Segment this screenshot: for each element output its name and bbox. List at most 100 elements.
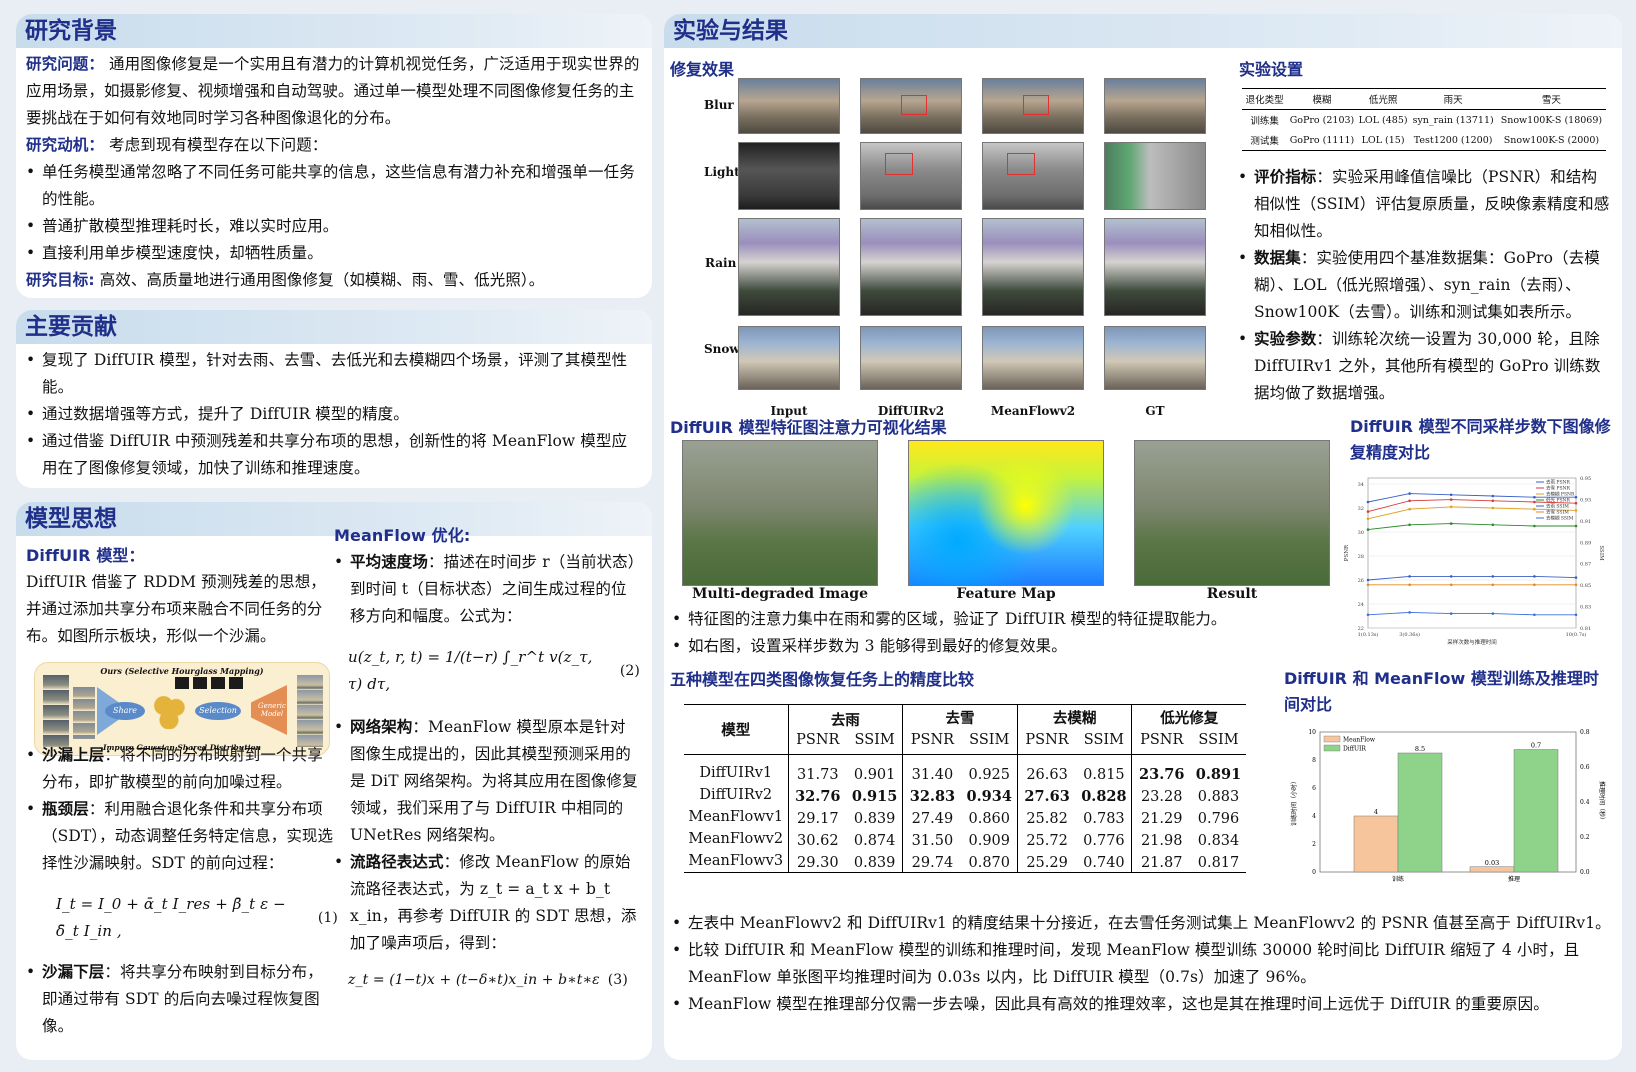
group-header: 低光修复 — [1160, 711, 1219, 727]
panel-results: 实验与结果 修复效果 Blur Light Rain Snow Input Di… — [664, 14, 1622, 1060]
bottleneck-item: 瓶颈层：利用融合退化条件和共享分布项（SDT），动态调整任务特定信息，实现选择性… — [26, 796, 338, 877]
light-meanflowv2-image — [982, 142, 1084, 210]
blur-meanflowv2-image — [982, 78, 1084, 134]
value-cell: 25.29 — [1026, 854, 1068, 871]
setup-cell: GoPro (1111) — [1289, 134, 1355, 146]
rain-gt-image — [1104, 218, 1206, 316]
group-header: 去雪 — [902, 704, 1018, 730]
data-point — [1574, 613, 1578, 617]
panel-title: 实验与结果 — [664, 14, 1622, 48]
data-point — [1366, 583, 1370, 587]
snow-gt-image — [1104, 326, 1206, 390]
diagram-thumbs-left2 — [73, 687, 95, 739]
legend-label: 去雨 SSIM — [1546, 503, 1569, 510]
diagram-noise-squares — [175, 677, 245, 689]
x-tick-label: 推理 — [1508, 875, 1520, 883]
flow-path-item: 流路径表达式：修改 MeanFlow 的原始流路径表达式，为 z_t = a_t… — [334, 849, 640, 957]
legend-label: 去模糊 SSIM — [1546, 515, 1574, 522]
value-cell: 0.934 — [961, 784, 1018, 806]
group-header: 去雨 — [788, 704, 904, 730]
mean-velocity-item: 平均速度场：描述在时间步 r（当前状态）到时间 t（目标状态）之间生成过程的位移… — [334, 549, 640, 630]
y-tick-label: 0 — [1312, 869, 1316, 876]
restore-head: 修复效果 — [670, 60, 735, 79]
value-cell: 0.839 — [847, 806, 904, 828]
value-cell: 0.883 — [1197, 788, 1240, 805]
data-point — [1449, 493, 1453, 497]
series-line — [1367, 506, 1577, 520]
sampling-steps-chart: 222426283032340.810.830.850.870.890.910.… — [1344, 476, 1604, 646]
metric-header: SSIM — [847, 730, 904, 755]
bar-value-label: 4 — [1374, 808, 1378, 816]
value-cell: 27.49 — [911, 810, 954, 827]
data-point — [1366, 613, 1370, 617]
metric-head: 评价指标 — [1254, 168, 1317, 186]
bar — [1353, 815, 1399, 873]
data-point — [1408, 507, 1411, 511]
contribution-list: 复现了 DiffUIR 模型，针对去雨、去雪、去低光和去模糊四个场景，评测了其模… — [16, 344, 652, 482]
y2-tick-label: 0.91 — [1580, 519, 1591, 525]
diagram-center-blobs — [151, 693, 187, 729]
research-goal: 研究目标: 高效、高质量地进行通用图像修复（如模糊、雨、雪、低光照）。 — [26, 267, 642, 294]
y2-axis-label: SSIM — [1598, 545, 1604, 561]
caption-result: Result — [1206, 586, 1258, 602]
model-name-cell: MeanFlowv3 — [684, 850, 789, 873]
y-tick-label: 10 — [1308, 729, 1316, 736]
y-axis-label: 训练时间（小时） — [1290, 778, 1298, 826]
question-head: 研究问题： — [26, 55, 105, 73]
model-name-cell: DiffUIRv1 — [684, 754, 789, 784]
setup-header: 雪天 — [1541, 95, 1561, 106]
accuracy-table: 模型 去雨 去雪 去模糊 低光修复 PSNR SSIM PSNR SSIM PSNR SS… — [684, 704, 1246, 873]
multi-degraded-image — [682, 440, 878, 586]
data-point — [1366, 517, 1370, 521]
setup-header: 雨天 — [1443, 95, 1463, 106]
motivation-head: 研究动机： — [26, 136, 105, 154]
value-cell: 0.776 — [1076, 828, 1133, 850]
model-col-header: 模型 — [684, 704, 789, 755]
y2-tick-label: 0.89 — [1580, 540, 1591, 546]
data-point — [1574, 501, 1578, 505]
data-point — [1491, 575, 1495, 578]
value-cell: 29.74 — [911, 854, 954, 871]
list-item: 评价指标：实验采用峰值信噪比（PSNR）和结构相似性（SSIM）评估复原质量，反… — [1238, 164, 1612, 245]
data-point — [1366, 528, 1370, 531]
value-cell: 0.839 — [847, 850, 904, 873]
light-diffuirv2-image — [860, 142, 962, 210]
flow-path-head: 流路径表达式 — [350, 853, 444, 871]
data-point — [1408, 492, 1411, 495]
value-cell: 0.870 — [961, 850, 1018, 873]
data-point — [1491, 499, 1495, 503]
data-point — [1449, 583, 1453, 587]
data-point — [1366, 578, 1370, 582]
value-cell: 0.915 — [847, 784, 904, 806]
setup-header: 退化类型 — [1245, 95, 1284, 106]
data-point — [1574, 583, 1578, 587]
value-cell: 0.783 — [1076, 806, 1133, 828]
list-item: 复现了 DiffUIR 模型，针对去雨、去雪、去低光和去模糊四个场景，评测了其模… — [26, 347, 642, 401]
data-point — [1533, 575, 1536, 578]
data-point — [1449, 498, 1453, 501]
y2-tick-label: 0.2 — [1580, 834, 1590, 841]
goal-head: 研究目标: — [26, 271, 95, 289]
diagram-generic-model: Generic Model — [251, 685, 287, 735]
equation-1: I_t = I_0 + ᾱ_t I_res + β̄_t ε − δ̄_t I_… — [56, 895, 286, 940]
panel-research-background: 研究背景 研究问题： 通用图像修复是一个实用且有潜力的计算机视觉任务，广泛适用于… — [16, 14, 652, 298]
data-point — [1408, 523, 1411, 527]
data-point — [1491, 494, 1495, 498]
bar — [1513, 749, 1559, 873]
y2-tick-label: 0.6 — [1580, 764, 1590, 771]
list-item: 实验参数：训练轮次统一设置为 30,000 轮，且除 DiffUIRv1 之外，… — [1238, 326, 1612, 407]
diffuir-model-text: DiffUIR 借鉴了 RDDM 预测残差的思想，并通过添加共享分布项来融合不同… — [26, 573, 326, 645]
value-cell: 0.834 — [1197, 832, 1240, 849]
list-item: 通过借鉴 DiffUIR 中预测残差和共享分布项的思想，创新性的将 MeanFl… — [26, 428, 642, 482]
value-cell: 31.40 — [911, 766, 954, 783]
value-cell: 32.76 — [795, 788, 841, 805]
setup-cell: 训练集 — [1250, 116, 1279, 127]
table-row: DiffUIRv1 31.73 0.901 31.40 0.925 26.63 0.815 2… — [684, 754, 1246, 784]
steps-head: DiffUIR 模型不同采样步数下图像修复精度对比 — [1350, 417, 1611, 462]
y-axis-label: PSNR — [1344, 544, 1350, 561]
value-cell: 0.909 — [961, 828, 1018, 850]
equation-3: z_t = (1−t)x + (t−δ∗t)x_in + b∗t∗ε — [348, 972, 600, 988]
table-row: MeanFlowv1 29.17 0.839 27.49 0.860 25.82 0.783… — [684, 806, 1246, 828]
value-cell: 21.29 — [1140, 810, 1183, 827]
panel-title: 主要贡献 — [16, 310, 652, 344]
